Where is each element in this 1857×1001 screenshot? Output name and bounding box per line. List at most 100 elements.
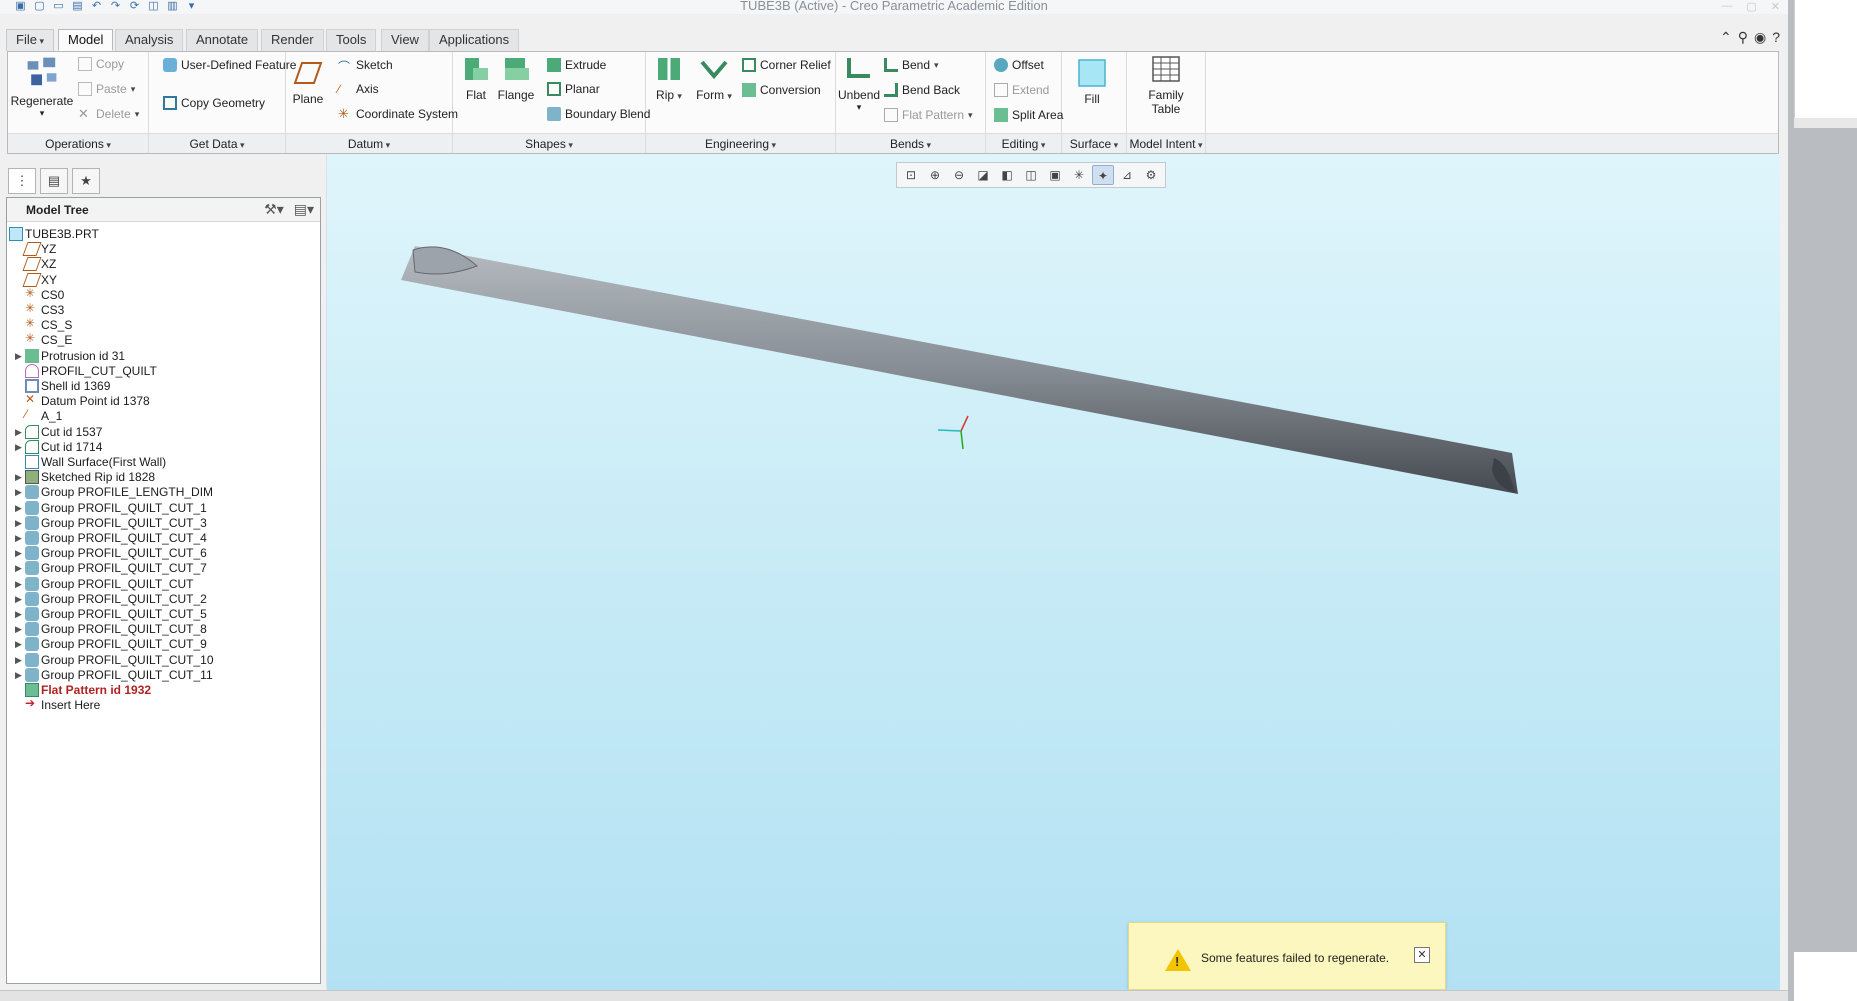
tree-columns-icon[interactable]: ▤▾ (294, 201, 314, 218)
right-panel-separator (1794, 118, 1857, 128)
minimize-icon[interactable]: — (1721, 0, 1732, 13)
boundary-blend-button[interactable]: Boundary Blend (547, 105, 650, 123)
group-footer-get-data[interactable]: Get Data (149, 133, 285, 153)
group-get-data: User-Defined Feature Copy Geometry Get D… (149, 52, 296, 153)
tab-annotate[interactable]: Annotate (186, 29, 259, 51)
group-icon (25, 576, 39, 591)
sketch-button[interactable]: ⌒ Sketch (338, 56, 393, 74)
paste-button[interactable]: Paste (78, 80, 135, 98)
tab-render[interactable]: Render (261, 29, 324, 51)
folder-browser-tab-icon[interactable]: ▤ (40, 168, 68, 194)
status-bar (0, 990, 1788, 1001)
title-bar: ▣ ▢ ▭ ▤ ↶ ↷ ⟳ ◫ ▥ ▾ TUBE3B (Active) - Cr… (0, 0, 1788, 14)
ribbon: Regenerate ▾ Copy Paste ✕ Delete Operati… (7, 51, 1779, 154)
regenerate-icon (27, 57, 57, 86)
group-icon (25, 667, 39, 682)
form-button[interactable]: Form (692, 54, 736, 102)
corner-relief-icon (742, 58, 756, 72)
unbend-icon (847, 58, 870, 78)
wall-surface-icon (25, 455, 39, 469)
group-footer-editing[interactable]: Editing (986, 133, 1061, 153)
cut-icon (25, 439, 39, 454)
corner-relief-button[interactable]: Corner Relief (742, 56, 831, 74)
coordinate-system-triad (937, 415, 969, 450)
navigator-panel: ⋮ ▤ ★ Model Tree ⚒▾ ▤▾ TUBE3B.PRT YZ XZ XY ✳… (0, 154, 326, 990)
fill-button[interactable]: Fill (1072, 58, 1112, 106)
flat-button[interactable]: Flat (458, 54, 494, 102)
tab-analysis[interactable]: Analysis (115, 29, 184, 51)
family-table-button[interactable]: Family Table (1137, 54, 1195, 116)
extrude-button[interactable]: Extrude (547, 56, 606, 74)
group-icon (25, 637, 39, 652)
tab-applications[interactable]: Applications (429, 29, 520, 51)
model-tree-tab-icon[interactable]: ⋮ (8, 168, 36, 194)
rip-button[interactable]: Rip (650, 54, 688, 102)
search-icon[interactable]: ⚲ (1738, 29, 1748, 46)
coordinate-system-button[interactable]: ✳ Coordinate System (338, 105, 458, 123)
minimize-ribbon-icon[interactable]: ⌃ (1720, 29, 1732, 46)
group-footer-model-intent[interactable]: Model Intent (1127, 133, 1205, 153)
ribbon-footer-filler (1206, 133, 1778, 153)
maximize-icon[interactable]: ▢ (1746, 0, 1756, 13)
offset-button[interactable]: Offset (994, 56, 1044, 74)
plane-button[interactable]: Plane (288, 58, 328, 106)
conversion-button[interactable]: Conversion (742, 81, 821, 99)
part-icon (9, 227, 23, 241)
tube-model[interactable] (327, 154, 1781, 990)
datum-axis-icon: ⁄ (25, 407, 28, 422)
tree-item[interactable]: ➔ Insert Here (7, 696, 320, 714)
navigator-tabs: ⋮ ▤ ★ (8, 168, 100, 194)
group-operations: Regenerate ▾ Copy Paste ✕ Delete Operati… (8, 52, 149, 153)
group-icon (25, 622, 39, 637)
community-icon[interactable]: ◉ (1754, 29, 1766, 46)
notification-message: Some features failed to regenerate. (1201, 951, 1390, 965)
help-icon[interactable]: ? (1772, 29, 1780, 46)
tree-settings-icon[interactable]: ⚒▾ (264, 201, 284, 218)
tab-file[interactable]: File (6, 29, 54, 51)
favorites-tab-icon[interactable]: ★ (72, 168, 100, 194)
close-icon[interactable]: ✕ (1771, 0, 1780, 13)
coordinate-system-icon: ✳ (338, 106, 349, 121)
graphics-viewport[interactable]: ⊡ ⊕ ⊖ ◪ ◧ ◫ ▣ ✳ ✦ ⊿ ⚙ ! Some features fa… (326, 154, 1780, 990)
close-notification-button[interactable]: ✕ (1414, 947, 1430, 963)
flange-wall-icon (505, 58, 529, 80)
tab-view[interactable]: View (381, 29, 429, 51)
window-controls: — ▢ ✕ (1721, 0, 1788, 13)
group-footer-shapes[interactable]: Shapes (453, 133, 645, 153)
coordinate-system-icon: ✳ (25, 331, 36, 346)
copy-geometry-button[interactable]: Copy Geometry (163, 94, 265, 112)
axis-button[interactable]: ⁄ Axis (338, 80, 379, 98)
delete-button[interactable]: ✕ Delete (78, 105, 139, 123)
extrude-icon (547, 58, 561, 72)
split-area-button[interactable]: Split Area (994, 106, 1063, 124)
group-footer-bends[interactable]: Bends (836, 133, 985, 153)
planar-button[interactable]: Planar (547, 80, 600, 98)
group-icon (25, 546, 39, 561)
right-panel-bottom (1794, 952, 1857, 1001)
flange-button[interactable]: Flange (497, 54, 535, 102)
group-surface: Fill Surface (1062, 52, 1127, 153)
cut-icon (25, 424, 39, 439)
group-footer-surface[interactable]: Surface (1062, 133, 1126, 153)
sketch-icon: ⌒ (338, 60, 351, 74)
regeneration-warning-notification: ! Some features failed to regenerate. ✕ (1128, 922, 1446, 990)
flat-pattern-button[interactable]: Flat Pattern (884, 106, 973, 124)
unbend-button[interactable]: Unbend ▾ (838, 54, 880, 113)
group-icon (25, 500, 39, 515)
group-footer-operations[interactable]: Operations (8, 133, 148, 153)
group-footer-datum[interactable]: Datum (286, 133, 452, 153)
tab-model[interactable]: Model (58, 29, 114, 51)
regenerate-button[interactable]: Regenerate ▾ (10, 54, 74, 119)
bend-back-button[interactable]: Bend Back (884, 81, 960, 99)
extend-button[interactable]: Extend (994, 81, 1049, 99)
group-icon (25, 591, 39, 606)
tab-tools[interactable]: Tools (326, 29, 377, 51)
copy-button[interactable]: Copy (78, 55, 124, 73)
group-footer-engineering[interactable]: Engineering (646, 133, 835, 153)
window-title: TUBE3B (Active) - Creo Parametric Academ… (740, 0, 1048, 13)
right-panel-top (1794, 0, 1857, 118)
bend-button[interactable]: Bend (884, 56, 939, 74)
tree-item-label: Insert Here (41, 698, 101, 713)
user-defined-feature-button[interactable]: User-Defined Feature (163, 56, 296, 74)
right-side-panel (1788, 0, 1857, 1001)
